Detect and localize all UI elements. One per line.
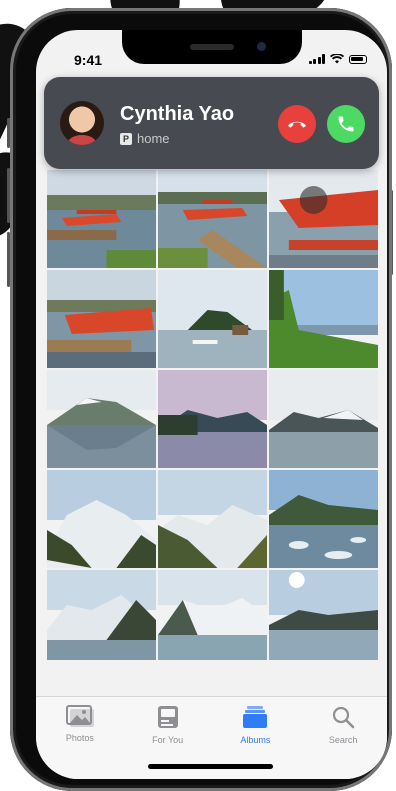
tab-for-you-label: For You — [152, 735, 184, 745]
phone-label-badge: P — [120, 132, 132, 145]
tab-search[interactable]: Search — [303, 705, 383, 779]
status-icons — [308, 54, 367, 64]
photo-thumbnail[interactable] — [269, 170, 378, 268]
photo-thumbnail[interactable] — [269, 370, 378, 468]
photo-thumbnail[interactable] — [158, 170, 267, 268]
incoming-call-banner[interactable]: Cynthia Yao P home — [44, 77, 379, 169]
photo-thumbnail[interactable] — [269, 270, 378, 368]
photo-thumbnail[interactable] — [158, 570, 267, 660]
photo-thumbnail[interactable] — [47, 270, 156, 368]
caller-name: Cynthia Yao — [120, 103, 235, 125]
cellular-signal-icon — [308, 54, 325, 64]
photo-thumbnail[interactable] — [47, 370, 156, 468]
accept-call-button[interactable] — [327, 105, 365, 143]
photo-thumbnail[interactable] — [158, 470, 267, 568]
notch — [122, 30, 302, 64]
photos-icon — [65, 705, 94, 727]
photo-thumbnail[interactable] — [47, 170, 156, 268]
tab-search-label: Search — [328, 735, 358, 745]
home-indicator[interactable] — [148, 764, 273, 769]
photo-thumbnail[interactable] — [269, 570, 378, 660]
albums-icon — [243, 706, 268, 728]
decline-call-button[interactable] — [278, 105, 316, 143]
tab-albums-label: Albums — [240, 735, 271, 745]
photo-thumbnail[interactable] — [47, 470, 156, 568]
wifi-icon — [330, 54, 344, 64]
tab-photos[interactable]: Photos — [40, 705, 120, 779]
battery-icon — [349, 54, 367, 64]
phone-frame: 9:41 Cynthia Yao P home Photos For You A… — [10, 8, 392, 791]
photo-thumbnail[interactable] — [158, 270, 267, 368]
photo-thumbnail[interactable] — [269, 470, 378, 568]
search-icon — [333, 706, 355, 729]
speaker — [190, 44, 234, 50]
phone-icon — [338, 116, 354, 132]
status-time: 9:41 — [74, 52, 103, 68]
photo-grid — [47, 170, 378, 660]
front-camera — [257, 42, 266, 51]
hang-up-icon — [287, 121, 307, 128]
caller-number-label: home — [137, 131, 170, 146]
screen: 9:41 Cynthia Yao P home Photos For You A… — [36, 30, 387, 779]
photo-thumbnail[interactable] — [158, 370, 267, 468]
caller-avatar — [60, 101, 104, 145]
for-you-icon — [157, 706, 178, 728]
tab-photos-label: Photos — [65, 733, 94, 743]
caller-subtitle: P home — [120, 131, 170, 146]
photo-thumbnail[interactable] — [47, 570, 156, 660]
